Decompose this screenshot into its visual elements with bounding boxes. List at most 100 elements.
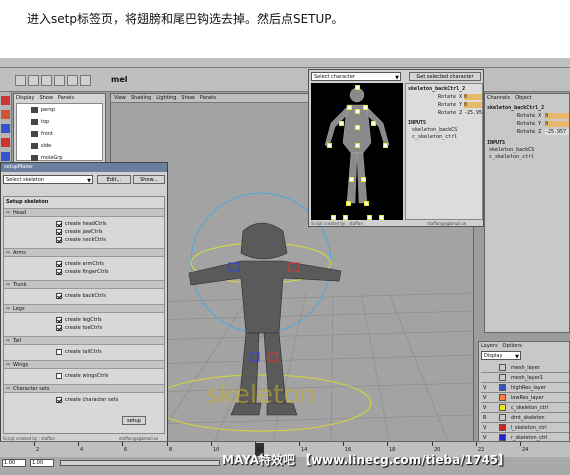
- picker-control[interactable]: [355, 85, 360, 90]
- character-select-dropdown[interactable]: Select character ▼: [311, 72, 401, 81]
- layer-menu-item[interactable]: Options: [503, 343, 522, 349]
- range-start-field[interactable]: 1.00: [2, 459, 26, 467]
- layer-color-swatch[interactable]: [499, 394, 506, 401]
- picker-control[interactable]: [349, 177, 354, 182]
- picker-control[interactable]: [367, 215, 372, 220]
- layer-visibility-flag[interactable]: V: [483, 403, 491, 413]
- layer-color-swatch[interactable]: [499, 404, 506, 411]
- picker-control[interactable]: [355, 143, 360, 148]
- setup-section-header[interactable]: ⇨ Tail: [4, 336, 164, 345]
- setup-section-header[interactable]: ⇨ Wings: [4, 360, 164, 369]
- channel-value[interactable]: 0: [545, 113, 569, 119]
- viewport-menu-item[interactable]: Lighting: [156, 95, 176, 101]
- layer-row[interactable]: VhighRes_layer: [481, 383, 569, 393]
- setup-button[interactable]: setup: [122, 416, 146, 425]
- setup-option[interactable]: create backCtrls: [56, 292, 164, 300]
- layer-row[interactable]: Rdmt_skeleton: [481, 413, 569, 423]
- shelf-button[interactable]: [28, 75, 39, 86]
- layer-row[interactable]: Vc_skeleton_ctrl: [481, 403, 569, 413]
- rotate-tool-icon[interactable]: [1, 138, 10, 147]
- shelf-button[interactable]: [41, 75, 52, 86]
- outliner-item[interactable]: front: [31, 128, 63, 140]
- picker-attr-value[interactable]: 0: [464, 94, 482, 100]
- checkbox[interactable]: [56, 261, 62, 267]
- layer-visibility-flag[interactable]: V: [483, 393, 491, 403]
- setup-section-header[interactable]: ⇨ Trunk: [4, 280, 164, 289]
- picker-control[interactable]: [347, 105, 352, 110]
- picker-attr-value[interactable]: -25.957: [464, 110, 482, 116]
- layer-row[interactable]: Vl_skeleton_ctrl: [481, 423, 569, 433]
- picker-control[interactable]: [363, 105, 368, 110]
- layer-color-swatch[interactable]: [499, 414, 506, 421]
- range-start-field-2[interactable]: 1.00: [30, 459, 54, 467]
- layer-row[interactable]: VlowRes_layer: [481, 393, 569, 403]
- setup-section-header[interactable]: ⇨ Character sets: [4, 384, 164, 393]
- edit-button[interactable]: Edit...: [97, 175, 131, 184]
- viewport-menu-item[interactable]: View: [114, 95, 126, 101]
- get-selected-character-button[interactable]: Get selected character: [409, 72, 481, 81]
- outliner-item[interactable]: side: [31, 140, 63, 152]
- checkbox[interactable]: [56, 269, 62, 275]
- picker-attr-value[interactable]: 0: [464, 102, 482, 108]
- shelf-button[interactable]: [54, 75, 65, 86]
- layer-row[interactable]: mesh_layer1: [481, 373, 569, 383]
- checkbox[interactable]: [56, 373, 62, 379]
- setup-option[interactable]: create jawCtrls: [56, 228, 164, 236]
- outliner-menu-item[interactable]: Panels: [58, 95, 74, 101]
- scale-tool-icon[interactable]: [1, 152, 10, 161]
- picker-control[interactable]: [379, 215, 384, 220]
- layer-color-swatch[interactable]: [499, 424, 506, 431]
- layer-color-swatch[interactable]: [499, 434, 506, 441]
- checkbox[interactable]: [56, 293, 62, 299]
- picker-control[interactable]: [346, 201, 351, 206]
- viewport-menu-item[interactable]: Shading: [131, 95, 151, 101]
- layer-color-swatch[interactable]: [499, 374, 506, 381]
- setup-option[interactable]: create wingsCtrls: [56, 372, 164, 380]
- setup-option[interactable]: create tailCtrls: [56, 348, 164, 356]
- layer-color-swatch[interactable]: [499, 364, 506, 371]
- picker-canvas[interactable]: [311, 83, 403, 220]
- outliner-item[interactable]: top: [31, 116, 63, 128]
- shelf-button[interactable]: [67, 75, 78, 86]
- picker-input-item[interactable]: c_skeleton_ctrl: [412, 134, 457, 141]
- setup-option[interactable]: create character sets: [56, 396, 164, 404]
- setup-section-header[interactable]: ⇨ Head: [4, 208, 164, 217]
- viewport-menu-item[interactable]: Panels: [200, 95, 216, 101]
- picker-control[interactable]: [361, 177, 366, 182]
- setup-option[interactable]: create fingerCtrls: [56, 268, 164, 276]
- outliner-menu-item[interactable]: Display: [16, 95, 34, 101]
- checkbox[interactable]: [56, 349, 62, 355]
- picker-control[interactable]: [355, 125, 360, 130]
- layer-visibility-flag[interactable]: R: [483, 413, 491, 423]
- setup-option[interactable]: create toeCtrls: [56, 324, 164, 332]
- move-tool-icon[interactable]: [1, 124, 10, 133]
- shelf-button[interactable]: [15, 75, 26, 86]
- setup-option[interactable]: create neckCtrls: [56, 236, 164, 244]
- picker-control[interactable]: [383, 143, 388, 148]
- checkbox[interactable]: [56, 325, 62, 331]
- layer-color-swatch[interactable]: [499, 384, 506, 391]
- outliner-item[interactable]: persp: [31, 104, 63, 116]
- lasso-tool-icon[interactable]: [1, 110, 10, 119]
- setup-section-header[interactable]: ⇨ Arms: [4, 248, 164, 257]
- layer-display-dropdown[interactable]: Display ▼: [481, 351, 521, 360]
- picker-input-item[interactable]: skeleton_backCS: [412, 127, 457, 134]
- checkbox[interactable]: [56, 397, 62, 403]
- picker-control[interactable]: [343, 215, 348, 220]
- viewport-menu-item[interactable]: Show: [181, 95, 195, 101]
- channel-value[interactable]: 0: [545, 121, 569, 127]
- checkbox[interactable]: [56, 229, 62, 235]
- outliner-menu-item[interactable]: Show: [39, 95, 53, 101]
- channel-value[interactable]: -25.957: [545, 129, 569, 135]
- setup-option[interactable]: create legCtrls: [56, 316, 164, 324]
- shelf-button[interactable]: [80, 75, 91, 86]
- picker-control[interactable]: [364, 201, 369, 206]
- show-button[interactable]: Show...: [133, 175, 165, 184]
- layer-visibility-flag[interactable]: V: [483, 423, 491, 433]
- layer-menu-item[interactable]: Layers: [481, 343, 498, 349]
- layer-row[interactable]: mesh_layer: [481, 363, 569, 373]
- channel-box-menu-item[interactable]: Object: [515, 95, 531, 101]
- picker-control[interactable]: [331, 215, 336, 220]
- channel-box-menu-item[interactable]: Channels: [487, 95, 510, 101]
- checkbox[interactable]: [56, 317, 62, 323]
